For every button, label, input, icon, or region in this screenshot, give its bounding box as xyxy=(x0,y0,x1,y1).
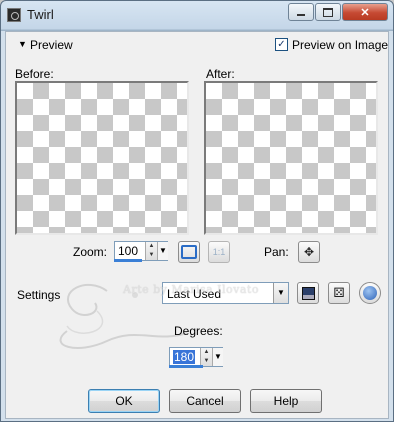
save-preset-icon xyxy=(301,286,315,300)
save-preset-button[interactable] xyxy=(297,282,319,304)
fit-to-window-icon xyxy=(181,245,197,259)
preview-toggle[interactable]: Preview xyxy=(30,38,73,52)
chevron-down-icon[interactable]: ▼ xyxy=(273,283,288,303)
randomize-dice-icon: ⚄ xyxy=(333,285,345,300)
degrees-label: Degrees: xyxy=(174,324,223,338)
ok-button[interactable]: OK xyxy=(88,389,160,413)
zoom-dropdown-icon[interactable]: ▼ xyxy=(157,242,168,260)
degrees-value[interactable]: 180 xyxy=(173,350,196,364)
fit-to-window-button[interactable] xyxy=(178,241,200,263)
degrees-slider-bar[interactable] xyxy=(169,365,203,368)
randomize-button[interactable]: ⚄ xyxy=(328,282,350,304)
maximize-icon xyxy=(323,7,333,17)
close-button[interactable]: ✕ xyxy=(342,3,388,21)
degrees-spinbox[interactable]: 180 ▲ ▼ ▼ xyxy=(169,347,223,367)
pan-move-icon: ✥ xyxy=(303,245,315,259)
preview-on-image-checkbox[interactable]: ✓ xyxy=(275,38,288,51)
pan-button[interactable]: ✥ xyxy=(298,241,320,263)
zoom-spinbox[interactable]: 100 ▲ ▼ ▼ xyxy=(114,241,168,261)
reset-button[interactable] xyxy=(359,282,381,304)
collapse-arrow-icon[interactable]: ▼ xyxy=(18,39,27,49)
after-label: After: xyxy=(206,67,235,81)
preview-on-image-label[interactable]: Preview on Image xyxy=(292,38,388,52)
window-title: Twirl xyxy=(27,7,54,22)
zoom-slider-bar[interactable] xyxy=(114,259,142,262)
settings-label: Settings xyxy=(17,288,61,302)
reset-icon xyxy=(363,286,377,300)
preset-dropdown[interactable]: Last Used ▼ xyxy=(162,282,289,304)
cancel-button[interactable]: Cancel xyxy=(169,389,241,413)
minimize-icon xyxy=(297,14,305,16)
pan-label: Pan: xyxy=(264,245,289,259)
actual-size-button[interactable]: 1:1 xyxy=(208,241,230,263)
before-label: Before: xyxy=(15,67,54,81)
help-button[interactable]: Help xyxy=(250,389,322,413)
zoom-label: Zoom: xyxy=(73,245,108,259)
twirl-dialog: Twirl ✕ ▼ Preview ✓ Preview on Image Bef… xyxy=(0,0,394,422)
degrees-stepper-icon[interactable]: ▲ ▼ xyxy=(200,348,212,366)
zoom-stepper-icon[interactable]: ▲ ▼ xyxy=(145,242,157,260)
minimize-button[interactable] xyxy=(288,3,314,21)
title-bar[interactable]: Twirl ✕ xyxy=(1,1,393,29)
actual-size-label: 1:1 xyxy=(212,247,226,257)
degrees-dropdown-icon[interactable]: ▼ xyxy=(212,348,223,366)
app-icon xyxy=(7,8,21,22)
close-icon: ✕ xyxy=(360,6,370,19)
maximize-button[interactable] xyxy=(315,3,341,21)
preset-value: Last Used xyxy=(167,287,222,301)
before-preview-canvas[interactable] xyxy=(15,81,189,235)
after-preview-canvas[interactable] xyxy=(204,81,378,235)
zoom-value[interactable]: 100 xyxy=(118,244,138,258)
